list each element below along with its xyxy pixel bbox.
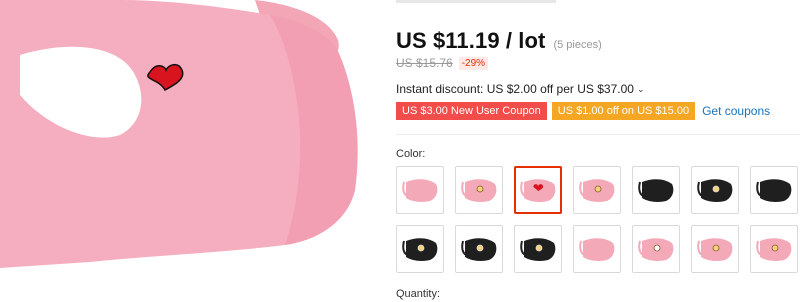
color-swatch-14[interactable] [750, 225, 798, 273]
flower-icon [653, 244, 661, 252]
face-mask-icon [461, 238, 497, 261]
face-mask-icon [697, 238, 733, 261]
color-swatch-6[interactable] [691, 166, 739, 214]
store-coupon-button[interactable]: US $1.00 off on US $15.00 [551, 102, 696, 120]
color-swatch-7[interactable] [750, 166, 798, 214]
discount-badge: -29% [458, 56, 489, 70]
character-icon [476, 185, 484, 193]
color-swatch-5[interactable] [632, 166, 680, 214]
character-icon [712, 244, 720, 252]
face-mask-icon [756, 238, 792, 261]
original-price-row: US $15.76 -29% [396, 56, 489, 70]
face-mask-icon [638, 238, 674, 261]
original-price: US $15.76 [396, 56, 453, 70]
current-price: US $11.19 / lot [396, 28, 546, 53]
face-mask-icon [402, 179, 438, 202]
color-swatch-9[interactable] [455, 225, 503, 273]
price-row: US $11.19 / lot (5 pieces) [396, 28, 602, 54]
face-mask-icon [579, 238, 615, 261]
character-icon [594, 185, 602, 193]
color-swatch-8[interactable] [396, 225, 444, 273]
color-swatch-2[interactable] [455, 166, 503, 214]
product-info-panel: US $11.19 / lot (5 pieces) US $15.76 -29… [396, 0, 800, 302]
face-mask-icon [520, 238, 556, 261]
face-mask-icon [697, 179, 733, 202]
character-icon [712, 185, 720, 193]
face-mask-icon [402, 238, 438, 261]
color-swatch-10[interactable] [514, 225, 562, 273]
color-label: Color: [396, 148, 426, 160]
character-icon [476, 244, 484, 252]
pink-face-mask-icon [0, 0, 358, 268]
face-mask-icon [756, 179, 792, 202]
quantity-label: Quantity: [396, 288, 441, 300]
color-swatch-4[interactable] [573, 166, 621, 214]
character-icon [535, 244, 543, 252]
chevron-down-icon: ⌄ [636, 83, 645, 94]
color-swatch-13[interactable] [691, 225, 739, 273]
instant-discount-toggle[interactable]: Instant discount: US $2.00 off per US $3… [396, 82, 644, 96]
character-icon [771, 244, 779, 252]
product-main-image[interactable] [0, 0, 390, 302]
get-coupons-link[interactable]: Get coupons [702, 104, 770, 118]
section-divider [396, 134, 800, 135]
color-swatch-1[interactable] [396, 166, 444, 214]
face-mask-icon [461, 179, 497, 202]
top-divider [396, 0, 556, 3]
face-mask-icon [579, 179, 615, 202]
color-swatch-11[interactable] [573, 225, 621, 273]
color-swatch-3[interactable] [514, 166, 562, 214]
pieces-count: (5 pieces) [553, 39, 602, 51]
face-mask-icon [520, 179, 556, 202]
face-mask-icon [638, 179, 674, 202]
color-swatch-12[interactable] [632, 225, 680, 273]
character-icon [417, 244, 425, 252]
coupon-row: US $3.00 New User Coupon US $1.00 off on… [396, 102, 770, 120]
color-swatch-grid [396, 166, 798, 273]
instant-discount-text: Instant discount: US $2.00 off per US $3… [396, 82, 634, 96]
new-user-coupon-button[interactable]: US $3.00 New User Coupon [396, 102, 547, 120]
